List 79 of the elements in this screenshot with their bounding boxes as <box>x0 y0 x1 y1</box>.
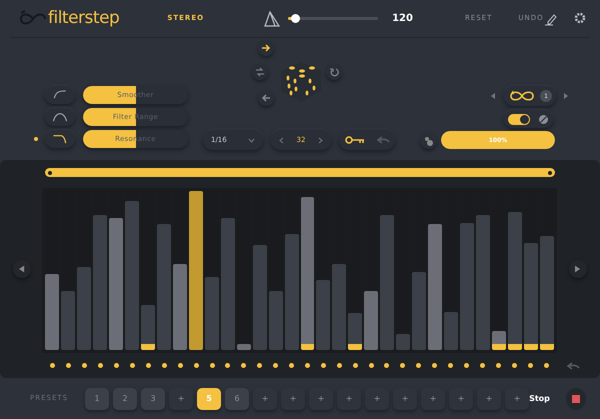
logo-text: filterstep <box>48 6 120 30</box>
stop-icon[interactable] <box>572 394 580 402</box>
scroll-right-icon[interactable] <box>575 265 581 273</box>
chevron-down-icon <box>248 138 255 142</box>
step-dot[interactable] <box>210 363 215 368</box>
preset-button[interactable]: + <box>477 388 502 410</box>
step-bar[interactable] <box>492 330 506 350</box>
step-dot[interactable] <box>400 363 406 368</box>
step-bar[interactable] <box>300 197 314 350</box>
loop-toggle[interactable] <box>508 114 530 124</box>
step-dot[interactable] <box>416 363 422 368</box>
step-dot[interactable] <box>241 363 246 368</box>
preset-button[interactable]: + <box>365 388 390 410</box>
step-dot[interactable] <box>336 363 342 368</box>
step-dot[interactable] <box>496 363 501 368</box>
preset-button[interactable]: 2 <box>113 388 138 410</box>
metronome-icon[interactable] <box>264 10 280 26</box>
step-dot[interactable] <box>368 363 374 368</box>
step-bar[interactable] <box>540 236 554 350</box>
step-dot[interactable] <box>464 363 470 368</box>
step-dot[interactable] <box>50 363 56 368</box>
step-bar[interactable] <box>140 305 155 350</box>
chevron-right-icon[interactable] <box>318 136 323 144</box>
slash-circle-icon[interactable] <box>538 114 549 124</box>
preset-button[interactable]: + <box>337 388 362 410</box>
step-dot[interactable] <box>480 363 485 368</box>
triangle-left-icon[interactable] <box>491 93 496 99</box>
step-dot[interactable] <box>82 363 88 368</box>
preset-button[interactable]: + <box>505 388 530 410</box>
step-dot[interactable] <box>512 363 517 368</box>
step-dot[interactable] <box>320 363 326 368</box>
step-dot[interactable] <box>257 363 262 368</box>
step-bar[interactable] <box>508 212 522 350</box>
preset-button[interactable]: + <box>253 388 278 410</box>
step-dot[interactable] <box>273 363 278 368</box>
preset-button[interactable]: 6 <box>225 388 250 410</box>
pencil-icon[interactable] <box>544 12 558 26</box>
step-dot[interactable] <box>448 363 454 368</box>
undo-circle-icon[interactable] <box>329 67 339 77</box>
step-dot[interactable] <box>384 363 390 368</box>
dice-icon[interactable] <box>278 60 324 104</box>
triangle-right-icon[interactable] <box>564 93 569 99</box>
preset-button[interactable]: + <box>393 388 418 410</box>
settings-icon[interactable] <box>574 12 586 24</box>
step-dot[interactable] <box>162 363 167 368</box>
preset-button[interactable]: 1 <box>85 388 110 410</box>
preset-button[interactable]: + <box>449 388 474 410</box>
dots-icon[interactable] <box>424 136 434 146</box>
step-dot[interactable] <box>66 363 72 368</box>
step-bar[interactable] <box>348 313 362 350</box>
loop-icon[interactable] <box>508 90 536 102</box>
tempo-value: 120 <box>392 12 413 26</box>
step-dot[interactable] <box>528 363 533 368</box>
step-bar[interactable] <box>188 191 203 350</box>
step-dot[interactable] <box>544 363 549 368</box>
arrow-left-icon[interactable] <box>261 93 271 103</box>
step-dot[interactable] <box>289 363 294 368</box>
step-dot[interactable] <box>98 363 104 368</box>
preset-button[interactable]: 3 <box>141 388 166 410</box>
chevron-left-icon[interactable] <box>279 136 284 144</box>
swap-icon[interactable] <box>255 67 265 77</box>
step-bar[interactable] <box>524 243 538 350</box>
step-dot[interactable] <box>225 363 230 368</box>
preset-button[interactable]: + <box>169 388 194 410</box>
step-dot[interactable] <box>130 363 135 368</box>
step-dot[interactable] <box>432 363 438 368</box>
arrow-right-icon[interactable] <box>261 43 271 53</box>
preset-button[interactable]: + <box>421 388 446 410</box>
step-dot[interactable] <box>352 363 358 368</box>
step-dot[interactable] <box>114 363 120 368</box>
step-dot[interactable] <box>194 363 199 368</box>
scroll-left-icon[interactable] <box>19 265 25 273</box>
step-dot[interactable] <box>178 363 183 368</box>
stop-label: Stop <box>529 392 550 404</box>
key-icon[interactable] <box>344 136 364 144</box>
preset-button[interactable]: + <box>281 388 306 410</box>
step-dot[interactable] <box>146 363 151 368</box>
step-dot[interactable] <box>304 363 310 368</box>
preset-button[interactable]: + <box>309 388 334 410</box>
